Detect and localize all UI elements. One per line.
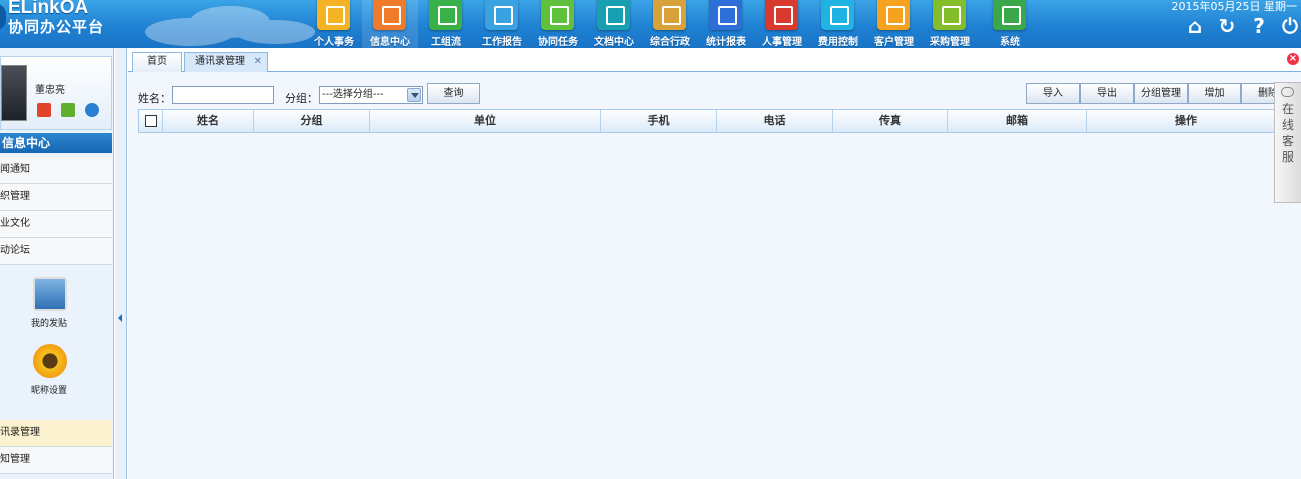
avatar[interactable] — [1, 65, 27, 121]
chevron-down-icon — [407, 88, 421, 102]
col-mobile[interactable]: 手机 — [601, 110, 717, 132]
sidebar-item-org[interactable]: 织管理 — [0, 184, 112, 211]
col-company[interactable]: 单位 — [370, 110, 601, 132]
user-icon[interactable] — [85, 103, 99, 117]
nav-expense[interactable]: 费用控制 — [810, 0, 866, 48]
main-panel: 首页 通讯录管理 ✕ × 姓名： 分组： ---选择分组--- 查询 导入 导出 … — [128, 48, 1301, 479]
import-button[interactable]: 导入 — [1026, 83, 1080, 104]
tab-contacts-label: 通讯录管理 — [195, 56, 245, 67]
nav-work-report[interactable]: 工作报告 — [474, 0, 530, 48]
online-service-label: 在线客服 — [1281, 102, 1294, 164]
tab-home[interactable]: 首页 — [132, 52, 182, 72]
sunflower-icon[interactable] — [33, 344, 67, 378]
contacts-table-header: 姓名 分组 单位 手机 电话 传真 邮箱 操作 — [138, 109, 1286, 133]
logo-icon — [0, 4, 6, 30]
group-select-value: ---选择分组--- — [322, 89, 384, 100]
name-label: 姓名： — [138, 92, 171, 105]
purchase-icon — [933, 0, 966, 30]
nav-personal[interactable]: 个人事务 — [306, 0, 362, 48]
edit-icon[interactable] — [61, 103, 75, 117]
help-icon[interactable]: ? — [1247, 14, 1271, 38]
person-icon — [317, 0, 350, 30]
select-all-cell — [139, 110, 163, 132]
nav-tasks[interactable]: 协同任务 — [530, 0, 586, 48]
refresh-icon[interactable]: ↻ — [1215, 14, 1239, 38]
task-icon — [541, 0, 574, 30]
collapse-arrow-icon — [118, 314, 122, 322]
col-fax[interactable]: 传真 — [833, 110, 948, 132]
sidebar-collapse-handle[interactable] — [115, 48, 127, 479]
current-date: 2015年05月25日 星期一 — [1171, 0, 1298, 13]
sidebar-item-forum[interactable]: 动论坛 — [0, 238, 112, 265]
group-select[interactable]: ---选择分组--- — [319, 86, 423, 104]
sidebar-item-knowledge[interactable]: 知管理 — [0, 447, 112, 474]
export-button[interactable]: 导出 — [1080, 83, 1134, 104]
group-manage-button[interactable]: 分组管理 — [1134, 83, 1188, 104]
admin-icon — [653, 0, 686, 30]
gear-icon — [993, 0, 1026, 30]
close-all-icon[interactable]: × — [1287, 53, 1299, 65]
close-tab-icon[interactable]: ✕ — [254, 53, 262, 71]
add-button[interactable]: 增加 — [1188, 83, 1241, 104]
nav-workflow[interactable]: 工组流 — [418, 0, 474, 48]
sidebar-item-news[interactable]: 闻通知 — [0, 157, 112, 184]
col-email[interactable]: 邮箱 — [948, 110, 1087, 132]
sidebar-item-contacts[interactable]: 讯录管理 — [0, 420, 112, 447]
nav-customers[interactable]: 客户管理 — [866, 0, 922, 48]
report-icon — [485, 0, 518, 30]
tab-bar: 首页 通讯录管理 ✕ × — [128, 48, 1301, 72]
folder-icon — [597, 0, 630, 30]
quick-label-my-posts[interactable]: 我的发贴 — [31, 316, 67, 329]
nav-documents[interactable]: 文档中心 — [586, 0, 642, 48]
group-label: 分组： — [285, 92, 318, 105]
chat-bubble-icon — [1281, 87, 1294, 97]
user-name: 董忠亮 — [35, 85, 65, 96]
col-name[interactable]: 姓名 — [163, 110, 254, 132]
module-title: 信息中心 — [0, 133, 112, 153]
posting-icon[interactable] — [33, 277, 67, 311]
bar-chart-icon — [709, 0, 742, 30]
yen-icon — [821, 0, 854, 30]
logo-subtitle: 协同办公平台 — [8, 18, 105, 36]
power-icon[interactable]: ⏻ — [1278, 14, 1301, 38]
name-input[interactable] — [172, 86, 274, 104]
online-service-tab[interactable]: 在线客服 — [1274, 82, 1301, 203]
col-phone[interactable]: 电话 — [717, 110, 833, 132]
chat-icon — [373, 0, 406, 30]
select-all-checkbox[interactable] — [144, 115, 157, 127]
id-card-icon — [765, 0, 798, 30]
col-actions[interactable]: 操作 — [1087, 110, 1285, 132]
lock-icon[interactable] — [37, 103, 51, 117]
nav-purchasing[interactable]: 采购管理 — [922, 0, 978, 48]
tab-contacts[interactable]: 通讯录管理 ✕ — [184, 52, 268, 72]
quick-label-nickname[interactable]: 昵称设置 — [31, 383, 67, 396]
customers-icon — [877, 0, 910, 30]
nav-hr[interactable]: 人事管理 — [754, 0, 810, 48]
col-group[interactable]: 分组 — [254, 110, 370, 132]
nav-info-center[interactable]: 信息中心 — [362, 0, 418, 48]
sidebar: 董忠亮 信息中心 闻通知 织管理 业文化 动论坛 我的发贴 昵称设置 讯录管理 … — [0, 48, 114, 479]
workflow-icon — [429, 0, 462, 30]
user-panel: 董忠亮 — [0, 56, 112, 130]
query-button[interactable]: 查询 — [427, 83, 480, 104]
nav-system[interactable]: 系统 — [982, 0, 1038, 48]
sidebar-item-culture[interactable]: 业文化 — [0, 211, 112, 238]
nav-admin[interactable]: 综合行政 — [642, 0, 698, 48]
home-icon[interactable]: ⌂ — [1183, 14, 1207, 38]
cloud-decoration — [145, 6, 315, 46]
top-header: ELinkOA 协同办公平台 个人事务 信息中心 工组流 工作报告 协同任务 文… — [0, 0, 1301, 48]
nav-statistics[interactable]: 统计报表 — [698, 0, 754, 48]
